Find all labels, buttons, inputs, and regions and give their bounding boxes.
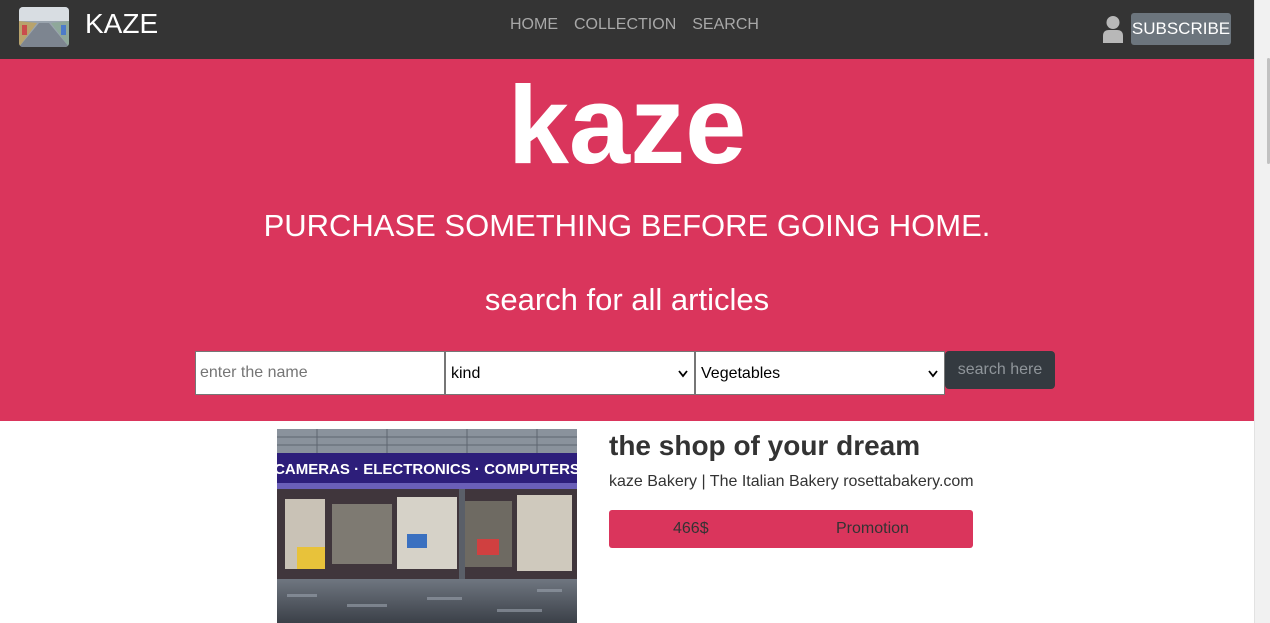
- brand-title[interactable]: KAZE: [85, 8, 158, 40]
- kind-select[interactable]: kind: [445, 351, 695, 395]
- subscribe-button[interactable]: SUBSCRIBE: [1131, 13, 1231, 45]
- category-select[interactable]: Vegetables: [695, 351, 945, 395]
- navbar: KAZE HOME COLLECTION SEARCH SUBSCRIBE: [0, 0, 1254, 59]
- search-heading: search for all articles: [484, 282, 770, 317]
- hero-title: kaze: [507, 64, 747, 187]
- search-button[interactable]: search here: [945, 351, 1055, 389]
- card-description: kaze Bakery | The Italian Bakery rosetta…: [609, 473, 974, 490]
- nav-link-home[interactable]: HOME: [510, 15, 558, 35]
- kind-select-value: kind: [451, 365, 481, 382]
- nav-links: HOME COLLECTION SEARCH: [510, 15, 759, 35]
- chevron-down-icon: [928, 367, 938, 379]
- card-title[interactable]: the shop of your dream: [609, 430, 920, 462]
- vertical-scrollbar[interactable]: [1254, 0, 1270, 623]
- nav-link-collection[interactable]: COLLECTION: [574, 15, 676, 35]
- page: KAZE HOME COLLECTION SEARCH SUBSCRIBE ka…: [0, 0, 1270, 623]
- category-select-value: Vegetables: [701, 365, 781, 382]
- hero-subtitle: PURCHASE SOMETHING BEFORE GOING HOME.: [263, 208, 991, 243]
- shop-sign-text: CAMERAS · ELECTRONICS · COMPUTERS: [277, 461, 577, 478]
- shop-image[interactable]: CAMERAS · ELECTRONICS · COMPUTERS: [277, 429, 577, 623]
- logo-image[interactable]: [19, 7, 69, 47]
- name-search-input[interactable]: [195, 351, 445, 395]
- content: KAZE HOME COLLECTION SEARCH SUBSCRIBE ka…: [0, 0, 1254, 623]
- promotion-label: Promotion: [836, 520, 909, 537]
- price-bar[interactable]: 466$ Promotion: [609, 510, 973, 548]
- user-icon[interactable]: [1102, 15, 1124, 43]
- chevron-down-icon: [678, 367, 688, 379]
- nav-link-search[interactable]: SEARCH: [692, 15, 759, 35]
- hero-banner: kaze PURCHASE SOMETHING BEFORE GOING HOM…: [0, 59, 1254, 421]
- price-label: 466$: [673, 520, 709, 537]
